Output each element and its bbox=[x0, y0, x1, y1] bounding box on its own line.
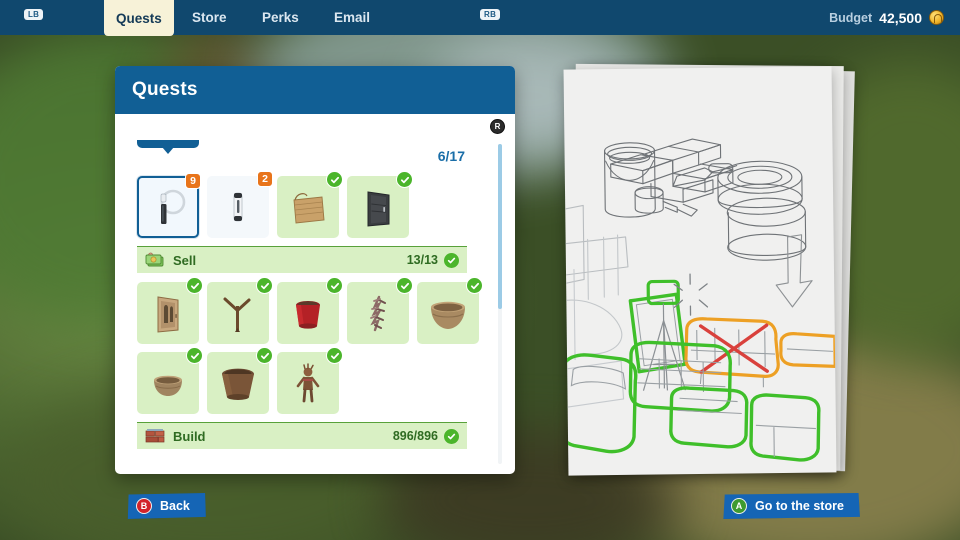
tab-quests[interactable]: Quests bbox=[104, 0, 174, 36]
tab-store[interactable]: Store bbox=[180, 0, 239, 35]
budget-display: Budget 42,500 bbox=[829, 0, 944, 35]
completed-check-icon bbox=[186, 277, 203, 294]
tab-quests-label: Quests bbox=[116, 10, 162, 26]
quest-row-sell-b bbox=[137, 347, 487, 414]
top-navigation-bar: LB Quests Store Perks Email RB Budget 42… bbox=[0, 0, 960, 36]
panel-body: R 6/17 Path light Albion bbox=[115, 114, 515, 474]
panel-header: Quests bbox=[115, 66, 515, 114]
dried-plant-icon bbox=[370, 295, 386, 332]
quest-item-front-door[interactable] bbox=[347, 171, 413, 238]
section-header-sell: Sell 13/13 bbox=[137, 246, 467, 273]
section-complete-check-icon bbox=[444, 252, 459, 268]
red-flower-pot-icon bbox=[296, 301, 320, 329]
blueprint-sheet-main bbox=[563, 66, 837, 476]
left-bumper-icon[interactable]: LB bbox=[24, 9, 44, 20]
quest-row-sell-a bbox=[137, 277, 487, 344]
gamepad-b-icon: B bbox=[136, 498, 152, 514]
tab-perks[interactable]: Perks bbox=[250, 0, 311, 35]
completed-check-icon bbox=[466, 277, 483, 294]
back-button-label: Back bbox=[160, 499, 190, 513]
budget-label: Budget bbox=[829, 10, 873, 25]
quest-row-top: 9 2 bbox=[137, 171, 487, 238]
shallow-bowl-icon bbox=[154, 375, 182, 396]
completed-check-icon bbox=[326, 277, 343, 294]
section-header-build: Build 896/896 bbox=[137, 422, 467, 449]
completed-check-icon bbox=[396, 277, 413, 294]
quest-item-large-planter[interactable] bbox=[207, 347, 273, 414]
quest-item-shallow-bowl[interactable] bbox=[137, 347, 203, 414]
wide-bowl-icon bbox=[431, 301, 465, 329]
completed-check-icon bbox=[256, 347, 273, 364]
page-title: Quests bbox=[132, 79, 198, 100]
tree-sapling-icon bbox=[223, 297, 251, 332]
completed-check-icon bbox=[326, 171, 343, 188]
completed-check-icon bbox=[396, 171, 413, 188]
quests-panel: Quests R 6/17 Path light Albion bbox=[115, 66, 515, 474]
completed-check-icon bbox=[186, 347, 203, 364]
section-status-sell: 13/13 bbox=[406, 252, 459, 268]
completed-check-icon bbox=[256, 277, 273, 294]
brick-icon bbox=[145, 428, 165, 442]
wall-light-icon bbox=[233, 192, 243, 222]
quest-item-badge: 9 bbox=[185, 173, 201, 189]
quest-list-scroll-area: Path light Albion 9 bbox=[115, 140, 487, 474]
scrollbar-track[interactable] bbox=[498, 144, 502, 464]
garden-statue-icon bbox=[296, 363, 320, 403]
tab-email-label: Email bbox=[334, 10, 371, 25]
front-door-icon bbox=[367, 191, 390, 227]
right-bumper-icon[interactable]: RB bbox=[480, 9, 501, 20]
game-screen: LB Quests Store Perks Email RB Budget 42… bbox=[0, 0, 960, 540]
tab-email[interactable]: Email bbox=[322, 0, 382, 35]
rotate-button[interactable]: R bbox=[490, 119, 505, 134]
quest-item-badge: 2 bbox=[257, 171, 273, 187]
section-status-build: 896/896 bbox=[392, 428, 459, 444]
back-button[interactable]: B Back bbox=[127, 493, 206, 519]
quest-item-red-flower-pot[interactable] bbox=[277, 277, 343, 344]
section-complete-check-icon bbox=[444, 428, 459, 444]
path-light-icon bbox=[160, 189, 186, 224]
large-planter-icon bbox=[222, 368, 254, 400]
section-name-build: Build bbox=[173, 428, 206, 444]
item-tooltip: Path light Albion bbox=[137, 140, 199, 154]
quest-item-wall-light[interactable]: 2 bbox=[207, 171, 273, 238]
wooden-door-icon bbox=[157, 296, 179, 333]
blueprint-card bbox=[560, 62, 855, 482]
cash-icon bbox=[145, 252, 164, 266]
scrollbar-thumb[interactable] bbox=[498, 144, 502, 309]
quest-item-dried-plant[interactable] bbox=[347, 277, 413, 344]
tab-perks-label: Perks bbox=[262, 10, 299, 25]
quest-item-fence-panel[interactable] bbox=[277, 171, 343, 238]
section-name-sell: Sell bbox=[173, 252, 197, 268]
section-count-build: 896/896 bbox=[392, 429, 438, 443]
completed-check-icon bbox=[326, 347, 343, 364]
fence-panel-icon bbox=[293, 193, 325, 224]
quest-item-garden-statue[interactable] bbox=[277, 347, 343, 414]
quest-item-tree-sapling[interactable] bbox=[207, 277, 273, 344]
blueprint-sketch bbox=[563, 138, 837, 462]
quest-item-path-light[interactable]: 9 bbox=[137, 173, 201, 238]
coin-icon bbox=[929, 10, 944, 25]
quest-item-wide-bowl[interactable] bbox=[417, 277, 483, 344]
tooltip-name: Albion bbox=[146, 140, 190, 143]
quest-item-wooden-door[interactable] bbox=[137, 277, 203, 344]
tab-store-label: Store bbox=[192, 10, 227, 25]
gamepad-a-icon: A bbox=[731, 498, 747, 514]
budget-value: 42,500 bbox=[879, 9, 922, 26]
section-count-sell: 13/13 bbox=[406, 253, 438, 267]
go-to-store-button-label: Go to the store bbox=[755, 499, 844, 513]
go-to-store-button[interactable]: A Go to the store bbox=[723, 493, 860, 519]
